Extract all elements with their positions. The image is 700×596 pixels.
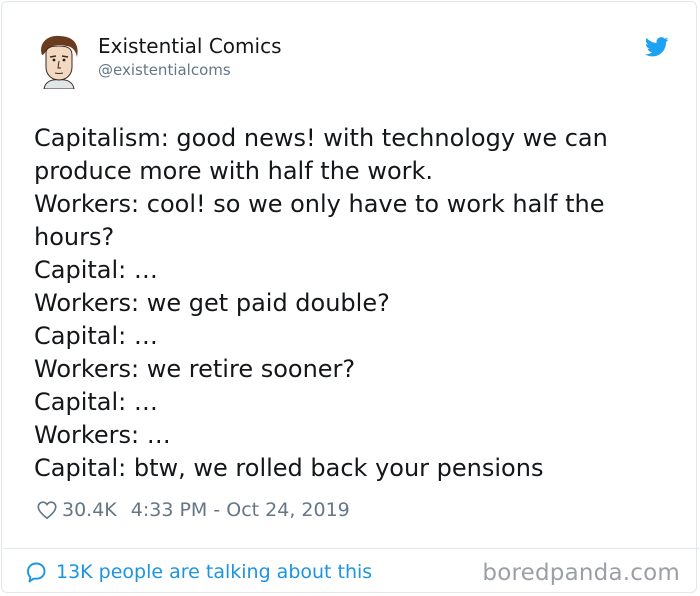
tweet-line: Workers: we retire sooner? [34, 355, 356, 383]
tweet-line: Capital: … [34, 322, 158, 350]
author-handle[interactable]: @existentialcoms [98, 60, 231, 80]
tweet-card: Existential Comics @existentialcoms Capi… [1, 1, 699, 593]
tweet-line: Capital: … [34, 256, 158, 284]
heart-icon[interactable] [36, 499, 58, 521]
watermark: boredpanda.com [482, 560, 680, 586]
twitter-bird-icon[interactable] [645, 37, 669, 57]
tweet-line: Capitalism: good news! with technology w… [34, 124, 608, 185]
divider [3, 548, 699, 549]
tweet-line: Workers: cool! so we only have to work h… [34, 190, 605, 251]
tweet-line: Capital: btw, we rolled back your pensio… [34, 454, 544, 482]
conversation-link-label[interactable]: 13K people are talking about this [56, 561, 372, 583]
tweet-meta: 30.4K 4:33 PM - Oct 24, 2019 [36, 496, 350, 524]
tweet-timestamp[interactable]: 4:33 PM - Oct 24, 2019 [131, 499, 350, 521]
conversation-link[interactable]: 13K people are talking about this [24, 560, 372, 584]
tweet-text: Capitalism: good news! with technology w… [34, 122, 674, 485]
tweet-line: Capital: … [34, 388, 158, 416]
tweet-line: Workers: we get paid double? [34, 289, 390, 317]
speech-bubble-icon [27, 562, 46, 583]
like-count[interactable]: 30.4K [62, 499, 117, 521]
tweet-line: Workers: … [34, 421, 171, 449]
author-display-name[interactable]: Existential Comics [98, 34, 282, 58]
avatar[interactable] [36, 33, 82, 89]
